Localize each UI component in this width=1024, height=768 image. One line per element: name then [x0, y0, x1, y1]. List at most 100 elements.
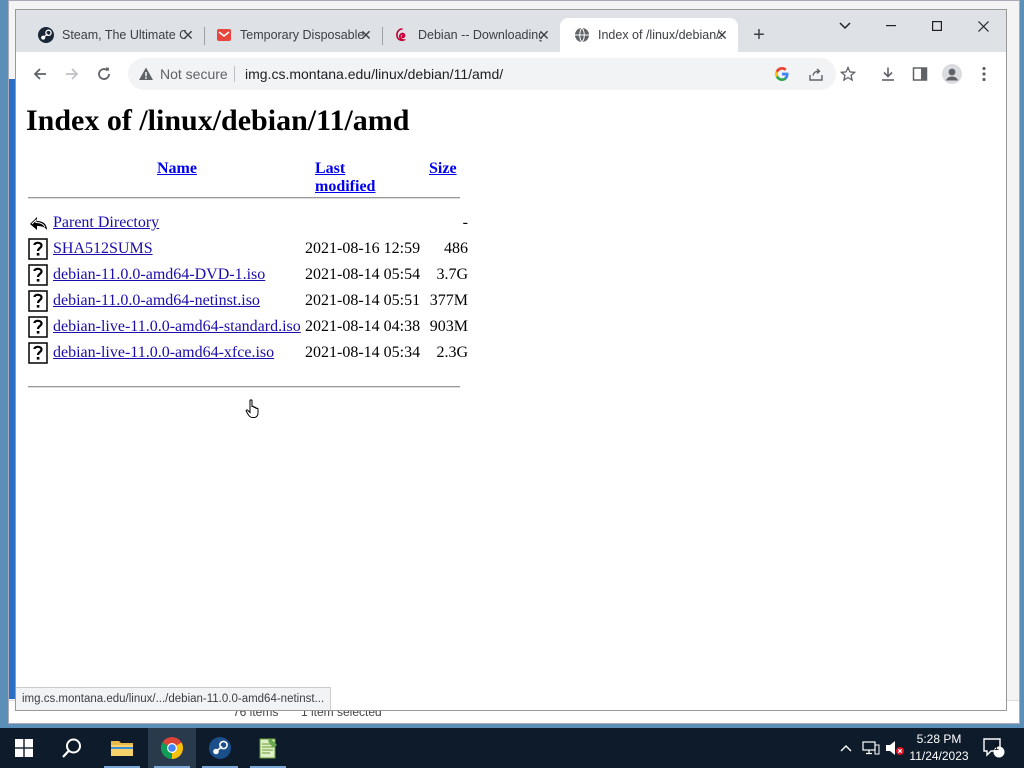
chevron-down-icon [839, 22, 851, 30]
windows-logo-icon [15, 739, 33, 757]
file-link[interactable]: Parent Directory [53, 214, 159, 232]
show-hidden-icons-button[interactable] [836, 728, 856, 768]
file-link[interactable]: debian-11.0.0-amd64-DVD-1.iso [53, 266, 265, 284]
tab-debian[interactable]: Debian -- Downloading Debian ✕ [380, 18, 560, 52]
close-tab-icon[interactable]: ✕ [180, 27, 196, 43]
bookmark-star-button[interactable] [836, 62, 860, 86]
file-size: 3.7G [436, 266, 468, 283]
google-lens-icon[interactable] [772, 64, 792, 84]
back-button[interactable] [28, 62, 52, 86]
omnibox-divider [234, 66, 235, 82]
start-button[interactable] [0, 728, 48, 768]
file-modified: 2021-08-14 05:51 [305, 292, 421, 309]
link-status-bubble: img.cs.montana.edu/linux/.../debian-11.0… [16, 687, 332, 710]
new-tab-button[interactable]: + [749, 25, 769, 45]
steam-icon [38, 27, 54, 43]
tab-title: Temporary Disposable Email [240, 28, 364, 42]
unknown-file-icon [28, 238, 48, 260]
kebab-menu-icon [982, 66, 986, 82]
tab-title: Debian -- Downloading Debian [418, 28, 542, 42]
listing-row: debian-11.0.0-amd64-netinst.iso 2021-08-… [28, 290, 468, 314]
close-window-button[interactable] [960, 10, 1006, 42]
arrow-right-icon [66, 68, 79, 80]
globe-icon [574, 27, 590, 43]
avatar-icon [942, 64, 962, 84]
file-modified: 2021-08-14 05:54 [305, 266, 421, 283]
maximize-button[interactable] [914, 10, 960, 42]
sort-by-size-link[interactable]: Size [429, 160, 457, 177]
file-size: 2.3G [436, 344, 468, 361]
reload-button[interactable] [92, 62, 116, 86]
column-header-name[interactable]: Name [157, 160, 197, 178]
notification-center-button[interactable]: 1 [980, 728, 1008, 768]
listing-row: debian-live-11.0.0-amd64-xfce.iso 2021-0… [28, 342, 468, 366]
menu-button[interactable] [972, 62, 996, 86]
tab-search-button[interactable] [822, 10, 868, 42]
share-icon[interactable] [806, 64, 826, 84]
file-size: - [462, 214, 468, 231]
tab-index-of[interactable]: Index of /linux/debian/11/amd ✕ [560, 18, 738, 52]
system-clock[interactable]: 5:28 PM 11/24/2023 [900, 731, 978, 765]
file-modified: 2021-08-14 04:38 [305, 318, 421, 335]
unknown-file-icon [28, 316, 48, 338]
unknown-file-icon [28, 342, 48, 364]
forward-button[interactable] [60, 62, 84, 86]
file-size: 486 [444, 240, 468, 257]
tab-strip: Steam, The Ultimate Online Game Platform… [16, 10, 1006, 52]
chevron-up-icon [840, 745, 852, 752]
downloads-button[interactable] [876, 62, 900, 86]
chrome-icon [161, 737, 183, 759]
notification-count: 1 [993, 742, 1000, 753]
profile-button[interactable] [940, 62, 964, 86]
taskbar: 5:28 PM 11/24/2023 1 [0, 728, 1024, 768]
sort-by-name-link[interactable]: Name [157, 160, 197, 177]
warning-icon[interactable] [138, 66, 154, 87]
page-content: Index of /linux/debian/11/amd Name Last … [16, 96, 1006, 710]
file-modified: 2021-08-14 05:34 [305, 344, 421, 361]
footer-divider [28, 386, 460, 388]
unknown-file-icon [28, 290, 48, 312]
close-tab-icon[interactable]: ✕ [536, 27, 552, 43]
header-divider [28, 197, 460, 199]
sort-by-modified-link[interactable]: Last modified [315, 160, 375, 195]
tab-temp-mail[interactable]: Temporary Disposable Email ✕ [202, 18, 382, 52]
taskbar-notepad-plus[interactable] [244, 728, 292, 768]
clock-date: 11/24/2023 [909, 749, 969, 763]
address-bar[interactable]: Not secure img.cs.montana.edu/linux/debi… [128, 58, 836, 90]
browser-window: Steam, The Ultimate Online Game Platform… [16, 10, 1006, 710]
network-icon [862, 741, 880, 755]
close-tab-icon[interactable]: ✕ [714, 27, 730, 43]
file-link[interactable]: debian-live-11.0.0-amd64-standard.iso [53, 318, 301, 336]
notepad-icon [259, 738, 277, 759]
clock-time: 5:28 PM [916, 732, 962, 746]
listing-row: debian-11.0.0-amd64-DVD-1.iso 2021-08-14… [28, 264, 468, 288]
tab-title: Index of /linux/debian/11/amd [598, 28, 722, 42]
taskbar-chrome[interactable] [148, 728, 196, 768]
file-modified: 2021-08-16 12:59 [305, 240, 421, 257]
column-header-size[interactable]: Size [429, 160, 457, 178]
close-tab-icon[interactable]: ✕ [358, 27, 374, 43]
column-header-modified[interactable]: Last modified [315, 160, 375, 196]
reload-icon [98, 67, 110, 80]
tab-steam[interactable]: Steam, The Ultimate Online Game Platform… [24, 18, 204, 52]
close-icon [977, 20, 989, 32]
file-link[interactable]: debian-live-11.0.0-amd64-xfce.iso [53, 344, 274, 362]
minimize-button[interactable] [868, 10, 914, 42]
search-button[interactable] [48, 728, 96, 768]
browser-toolbar: Not secure img.cs.montana.edu/linux/debi… [16, 52, 1006, 97]
side-panel-icon [912, 67, 928, 81]
arrow-left-icon [33, 68, 46, 80]
file-link[interactable]: SHA512SUMS [53, 240, 153, 258]
page-title: Index of /linux/debian/11/amd [26, 104, 410, 137]
debian-icon [394, 27, 410, 43]
side-panel-button[interactable] [908, 62, 932, 86]
hand-pointer-icon [245, 399, 259, 418]
security-label[interactable]: Not secure [160, 66, 228, 82]
search-icon [62, 738, 81, 758]
network-tray-button[interactable] [860, 728, 882, 768]
taskbar-steam[interactable] [196, 728, 244, 768]
taskbar-file-explorer[interactable] [98, 728, 146, 768]
url-text[interactable]: img.cs.montana.edu/linux/debian/11/amd/ [245, 66, 503, 82]
file-link[interactable]: debian-11.0.0-amd64-netinst.iso [53, 292, 260, 310]
listing-row: debian-live-11.0.0-amd64-standard.iso 20… [28, 316, 468, 340]
